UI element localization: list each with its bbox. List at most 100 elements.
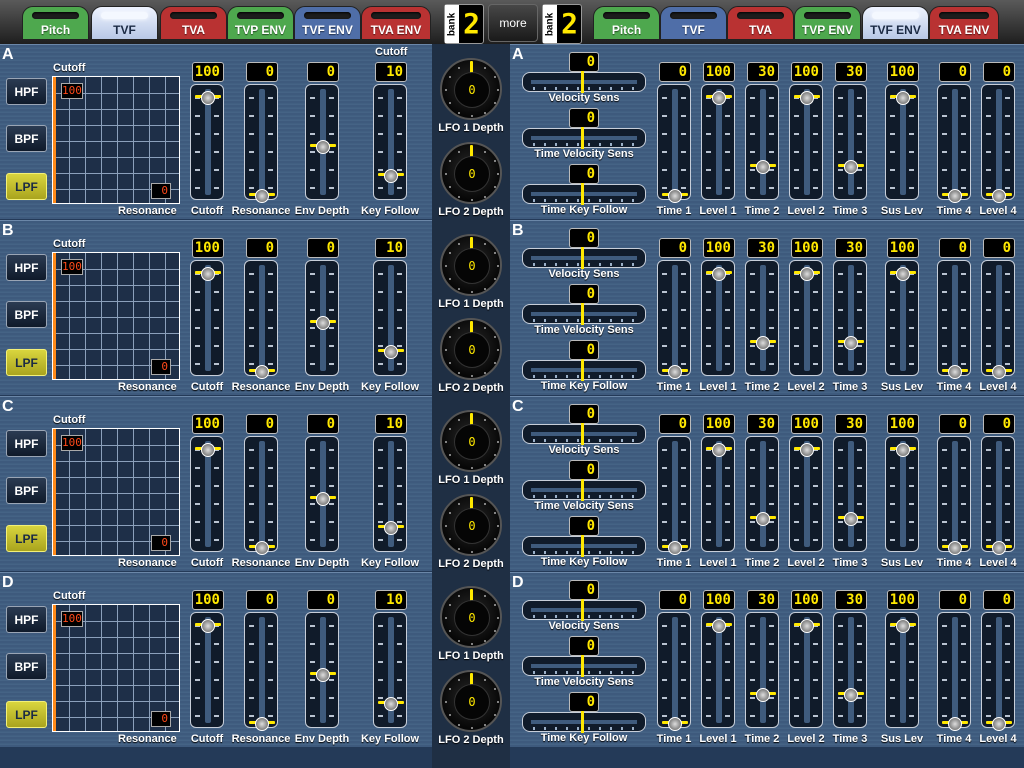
time-4-slider[interactable]: [937, 84, 971, 203]
filter-bpf-button[interactable]: BPF: [6, 301, 47, 328]
lfo2-depth-knob[interactable]: 0: [440, 318, 502, 380]
level-4-slider[interactable]: [981, 436, 1015, 555]
filter-hpf-button[interactable]: HPF: [6, 78, 47, 105]
level-4-slider[interactable]: [981, 612, 1015, 731]
sus-lev-slider[interactable]: [885, 260, 919, 376]
cutoff-slider[interactable]: [190, 260, 224, 376]
resonance-slider[interactable]: [244, 612, 278, 731]
tab-tvp-env[interactable]: TVP ENV: [227, 6, 294, 40]
resonance-slider[interactable]: [244, 436, 278, 555]
more-button[interactable]: more: [488, 4, 538, 42]
time-velocity-sens-slider[interactable]: [522, 303, 646, 325]
env-depth-slider[interactable]: [305, 84, 339, 200]
bank-selector-right[interactable]: bank 2: [542, 4, 582, 44]
filter-bpf-button[interactable]: BPF: [6, 653, 47, 680]
velocity-sens-slider[interactable]: [522, 71, 646, 93]
time-2-slider[interactable]: [745, 84, 779, 200]
tab-pitch[interactable]: Pitch: [593, 6, 660, 40]
tab-tva-env[interactable]: TVA ENV: [361, 6, 431, 40]
tab-pitch[interactable]: Pitch: [22, 6, 89, 40]
slider-handle[interactable]: [581, 655, 584, 677]
sus-lev-slider[interactable]: [885, 436, 919, 552]
tab-tvf[interactable]: TVF: [91, 6, 158, 40]
time-3-slider[interactable]: [833, 612, 867, 728]
level-2-slider[interactable]: [789, 84, 823, 200]
tab-tva-env[interactable]: TVA ENV: [929, 6, 999, 40]
key-follow-slider[interactable]: [373, 612, 407, 728]
level-1-slider[interactable]: [701, 84, 735, 200]
velocity-sens-slider[interactable]: [522, 247, 646, 269]
level-1-slider[interactable]: [701, 436, 735, 552]
slider-handle[interactable]: [581, 711, 584, 733]
slider-handle[interactable]: [581, 71, 584, 93]
time-key-follow-slider[interactable]: [522, 183, 646, 205]
sus-lev-slider[interactable]: [885, 612, 919, 728]
slider-handle[interactable]: [581, 303, 584, 325]
lfo1-depth-knob[interactable]: 0: [440, 234, 502, 296]
time-key-follow-slider[interactable]: [522, 535, 646, 557]
lfo1-depth-knob[interactable]: 0: [440, 410, 502, 472]
tab-tvf-env[interactable]: TVF ENV: [862, 6, 929, 40]
filter-hpf-button[interactable]: HPF: [6, 430, 47, 457]
key-follow-slider[interactable]: [373, 84, 407, 200]
time-2-slider[interactable]: [745, 436, 779, 552]
filter-lpf-button[interactable]: LPF: [6, 525, 47, 552]
cutoff-slider[interactable]: [190, 436, 224, 552]
slider-handle[interactable]: [581, 535, 584, 557]
env-depth-slider[interactable]: [305, 260, 339, 376]
tab-tvf-env[interactable]: TVF ENV: [294, 6, 361, 40]
lfo1-depth-knob[interactable]: 0: [440, 58, 502, 120]
time-4-slider[interactable]: [937, 260, 971, 379]
time-key-follow-slider[interactable]: [522, 359, 646, 381]
cutoff-slider[interactable]: [190, 84, 224, 200]
filter-bpf-button[interactable]: BPF: [6, 125, 47, 152]
time-2-slider[interactable]: [745, 260, 779, 376]
cutoff-resonance-grid[interactable]: 100 0: [52, 76, 180, 204]
level-2-slider[interactable]: [789, 436, 823, 552]
key-follow-slider[interactable]: [373, 260, 407, 376]
bank-selector-left[interactable]: bank 2: [444, 4, 484, 44]
velocity-sens-slider[interactable]: [522, 599, 646, 621]
filter-lpf-button[interactable]: LPF: [6, 701, 47, 728]
cutoff-slider[interactable]: [190, 612, 224, 728]
level-4-slider[interactable]: [981, 84, 1015, 203]
time-key-follow-slider[interactable]: [522, 711, 646, 733]
lfo2-depth-knob[interactable]: 0: [440, 670, 502, 732]
tab-tva[interactable]: TVA: [727, 6, 794, 40]
time-3-slider[interactable]: [833, 84, 867, 200]
time-1-slider[interactable]: [657, 612, 691, 731]
level-2-slider[interactable]: [789, 260, 823, 376]
filter-lpf-button[interactable]: LPF: [6, 349, 47, 376]
tab-tva[interactable]: TVA: [160, 6, 227, 40]
level-1-slider[interactable]: [701, 260, 735, 376]
filter-hpf-button[interactable]: HPF: [6, 606, 47, 633]
slider-handle[interactable]: [581, 479, 584, 501]
slider-handle[interactable]: [581, 359, 584, 381]
time-3-slider[interactable]: [833, 260, 867, 376]
lfo2-depth-knob[interactable]: 0: [440, 494, 502, 556]
resonance-slider[interactable]: [244, 84, 278, 203]
time-1-slider[interactable]: [657, 436, 691, 555]
filter-hpf-button[interactable]: HPF: [6, 254, 47, 281]
time-1-slider[interactable]: [657, 84, 691, 203]
cutoff-resonance-grid[interactable]: 100 0: [52, 428, 180, 556]
level-2-slider[interactable]: [789, 612, 823, 728]
resonance-slider[interactable]: [244, 260, 278, 379]
cutoff-resonance-grid[interactable]: 100 0: [52, 252, 180, 380]
slider-handle[interactable]: [581, 183, 584, 205]
filter-lpf-button[interactable]: LPF: [6, 173, 47, 200]
time-velocity-sens-slider[interactable]: [522, 655, 646, 677]
filter-bpf-button[interactable]: BPF: [6, 477, 47, 504]
time-1-slider[interactable]: [657, 260, 691, 379]
lfo2-depth-knob[interactable]: 0: [440, 142, 502, 204]
sus-lev-slider[interactable]: [885, 84, 919, 200]
env-depth-slider[interactable]: [305, 612, 339, 728]
slider-handle[interactable]: [581, 423, 584, 445]
tab-tvp-env[interactable]: TVP ENV: [794, 6, 861, 40]
time-3-slider[interactable]: [833, 436, 867, 552]
level-4-slider[interactable]: [981, 260, 1015, 379]
time-2-slider[interactable]: [745, 612, 779, 728]
key-follow-slider[interactable]: [373, 436, 407, 552]
time-velocity-sens-slider[interactable]: [522, 127, 646, 149]
level-1-slider[interactable]: [701, 612, 735, 728]
